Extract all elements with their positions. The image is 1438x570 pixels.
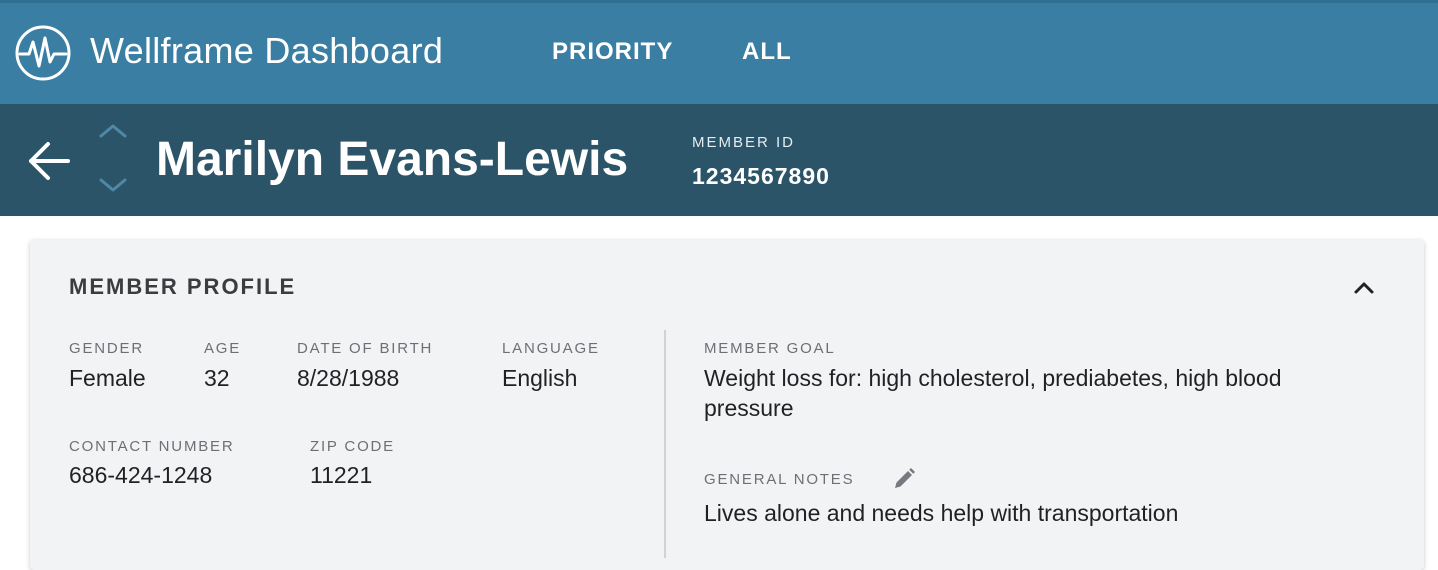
tab-priority[interactable]: PRIORITY (552, 38, 673, 66)
general-notes-label: GENERAL NOTES (704, 471, 855, 488)
contact-number-label: CONTACT NUMBER (69, 438, 235, 455)
member-id-label: MEMBER ID (692, 134, 796, 151)
heartbeat-icon[interactable] (14, 24, 72, 82)
back-arrow-icon[interactable] (26, 138, 72, 184)
gender-value: Female (69, 365, 146, 391)
zip-code-value: 11221 (310, 462, 373, 488)
card-title: MEMBER PROFILE (69, 274, 297, 299)
member-id-value: 1234567890 (692, 163, 830, 189)
contact-number-value: 686-424-1248 (69, 462, 213, 488)
member-goal-label: MEMBER GOAL (704, 340, 836, 357)
gender-label: GENDER (69, 340, 144, 357)
member-goal-line-1: Weight loss for: high cholesterol, predi… (704, 365, 1282, 391)
member-goal-line-2: pressure (704, 395, 794, 421)
member-name: Marilyn Evans-Lewis (156, 133, 629, 186)
dob-label: DATE OF BIRTH (297, 340, 434, 357)
pencil-edit-icon[interactable] (891, 466, 917, 492)
tab-all[interactable]: ALL (742, 38, 792, 66)
column-divider (664, 330, 666, 558)
language-value: English (502, 365, 578, 391)
chevron-up-icon[interactable] (1350, 274, 1378, 302)
zip-code-label: ZIP CODE (310, 438, 395, 455)
language-label: LANGUAGE (502, 340, 600, 357)
dob-value: 8/28/1988 (297, 365, 400, 391)
previous-next-member-icon[interactable] (96, 122, 130, 198)
age-label: AGE (204, 340, 242, 357)
age-value: 32 (204, 365, 230, 391)
app-title: Wellframe Dashboard (90, 30, 444, 71)
general-notes-value: Lives alone and needs help with transpor… (704, 500, 1179, 526)
